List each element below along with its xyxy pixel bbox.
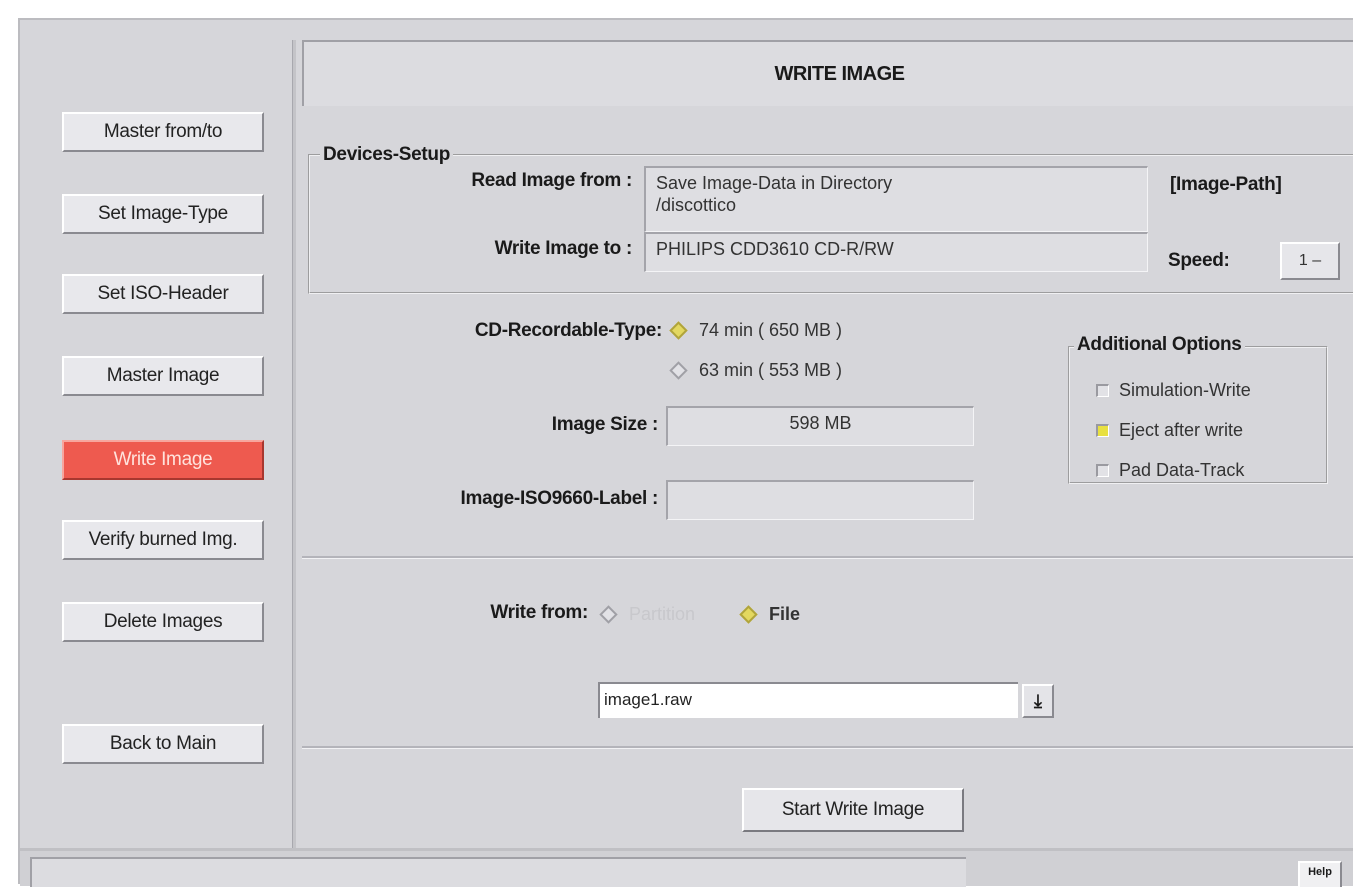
simulation-write-checkbox[interactable]: Simulation-Write — [1096, 380, 1251, 401]
checkbox-unchecked-icon — [1096, 384, 1109, 397]
help-button[interactable]: Help — [1298, 861, 1342, 887]
radio-unselected-icon — [669, 361, 688, 380]
status-message-field — [30, 857, 966, 887]
status-bar: Help — [20, 848, 1353, 887]
application-window: Master from/to Set Image-Type Set ISO-He… — [18, 18, 1353, 887]
download-icon: ⤓ — [1034, 690, 1042, 711]
image-size-label: Image Size : — [551, 414, 659, 435]
set-iso-header-button[interactable]: Set ISO-Header — [62, 274, 264, 314]
write-image-button[interactable]: Write Image — [62, 440, 264, 480]
sidebar: Master from/to Set Image-Type Set ISO-He… — [20, 20, 294, 848]
write-from-label: Write from: — [490, 602, 588, 623]
radio-selected-icon — [669, 321, 688, 340]
delete-images-button[interactable]: Delete Images — [62, 602, 264, 642]
sidebar-divider — [292, 40, 296, 848]
image-size-field: 598 MB — [666, 406, 974, 446]
radio-unselected-icon — [599, 605, 618, 624]
checkbox-checked-icon — [1096, 424, 1109, 437]
read-image-field[interactable]: Save Image-Data in Directory /discottico — [644, 166, 1148, 232]
master-image-button[interactable]: Master Image — [62, 356, 264, 396]
image-path-label[interactable]: [Image-Path] — [1170, 174, 1330, 196]
pad-data-track-checkbox[interactable]: Pad Data-Track — [1096, 460, 1244, 481]
set-image-type-button[interactable]: Set Image-Type — [62, 194, 264, 234]
start-write-image-button[interactable]: Start Write Image — [742, 788, 964, 832]
write-image-field[interactable]: PHILIPS CDD3610 CD-R/RW — [644, 232, 1148, 272]
cd-type-63-option[interactable]: 63 min ( 553 MB ) — [669, 360, 843, 381]
simulation-write-label: Simulation-Write — [1119, 380, 1251, 400]
verify-burned-image-button[interactable]: Verify burned Img. — [62, 520, 264, 560]
read-image-line2: /discottico — [656, 195, 737, 215]
checkbox-unchecked-icon — [1096, 464, 1109, 477]
cd-type-label: CD-Recordable-Type: — [474, 320, 662, 341]
cd-type-63-label: 63 min ( 553 MB ) — [699, 360, 843, 380]
iso-label-field[interactable] — [666, 480, 974, 520]
eject-after-write-checkbox[interactable]: Eject after write — [1096, 420, 1243, 441]
file-path-input[interactable]: image1.raw — [598, 682, 1018, 718]
speed-dropdown[interactable]: 1 – — [1280, 242, 1340, 280]
additional-options-legend: Additional Options — [1074, 334, 1245, 356]
back-to-main-button[interactable]: Back to Main — [62, 724, 264, 764]
cd-type-74-option[interactable]: 74 min ( 650 MB ) — [669, 320, 843, 341]
eject-after-write-label: Eject after write — [1119, 420, 1244, 440]
main-panel: WRITE IMAGE Devices-Setup Read Image fro… — [302, 40, 1353, 848]
write-image-label: Write Image to : — [494, 238, 633, 259]
title-bar: WRITE IMAGE — [302, 40, 1353, 106]
cd-type-74-label: 74 min ( 650 MB ) — [699, 320, 843, 340]
read-image-line1: Save Image-Data in Directory — [656, 173, 893, 193]
section-divider — [302, 746, 1353, 749]
write-from-partition-option[interactable]: Partition — [599, 604, 696, 625]
radio-selected-icon — [739, 605, 758, 624]
master-from-to-button[interactable]: Master from/to — [62, 112, 264, 152]
speed-label: Speed: — [1168, 250, 1230, 271]
page-title: WRITE IMAGE — [774, 62, 905, 85]
read-image-label: Read Image from : — [471, 170, 632, 191]
iso-label-label: Image-ISO9660-Label : — [460, 488, 659, 509]
section-divider — [302, 556, 1353, 559]
write-from-file-option[interactable]: File — [739, 604, 801, 625]
write-from-partition-label: Partition — [629, 604, 696, 624]
devices-setup-legend: Devices-Setup — [320, 144, 454, 166]
write-from-file-label: File — [769, 604, 801, 624]
file-select-button[interactable]: ⤓ — [1022, 684, 1054, 718]
pad-data-track-label: Pad Data-Track — [1119, 460, 1245, 480]
